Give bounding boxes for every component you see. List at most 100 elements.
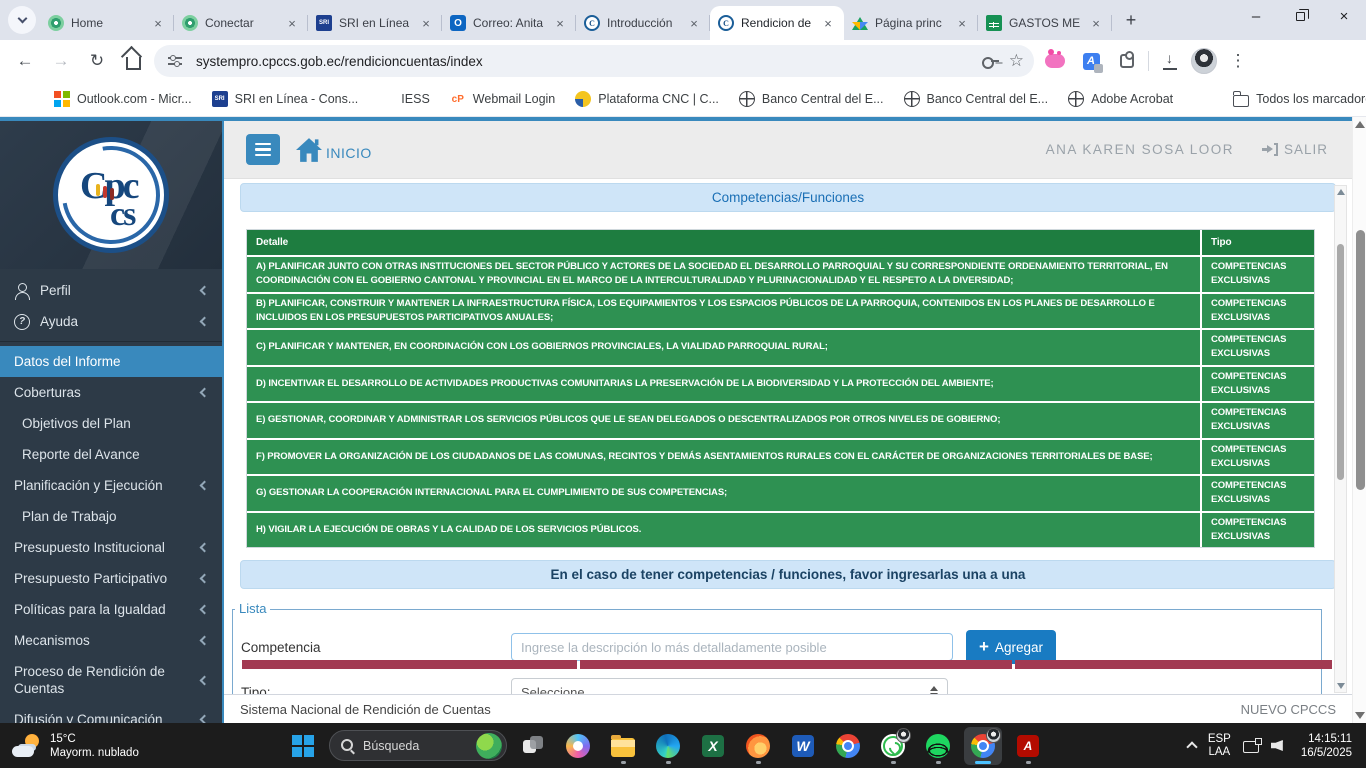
- tab-close-icon[interactable]: ×: [150, 15, 166, 31]
- sidebar-item-difusion[interactable]: Difusión y Comunicación: [0, 704, 222, 723]
- scroll-down-icon[interactable]: [1337, 683, 1345, 689]
- tab-home[interactable]: Home ×: [40, 6, 174, 40]
- profile-avatar[interactable]: [1191, 48, 1217, 74]
- scroll-down-icon[interactable]: [1355, 712, 1365, 719]
- start-button[interactable]: [284, 727, 322, 765]
- sidebar-item-planificacion[interactable]: Planificación y Ejecución: [0, 470, 222, 501]
- hamburger-menu-button[interactable]: [246, 134, 280, 165]
- sidebar-item-presupuesto-participativo[interactable]: Presupuesto Participativo: [0, 563, 222, 594]
- browser-home-button[interactable]: [118, 46, 148, 76]
- chevron-left-icon: [200, 574, 210, 584]
- footer-brand: NUEVO CPCCS: [1241, 702, 1336, 717]
- site-settings-icon[interactable]: [164, 53, 186, 69]
- reload-button[interactable]: ↻: [82, 46, 112, 76]
- weather-widget[interactable]: 15°C Mayorm. nublado: [0, 732, 190, 760]
- window-close-button[interactable]: ×: [1322, 0, 1366, 32]
- logout-button[interactable]: SALIR: [1262, 142, 1328, 157]
- spotify-button[interactable]: [919, 727, 957, 765]
- inner-scrollbar[interactable]: [1334, 185, 1347, 693]
- sri-favicon: SRI: [212, 91, 228, 107]
- excel-icon: X: [702, 735, 724, 757]
- bookmark-outlook[interactable]: Outlook.com - Micr...: [54, 91, 192, 107]
- sidebar-item-mecanismos[interactable]: Mecanismos: [0, 625, 222, 656]
- sidebar-item-presupuesto-institucional[interactable]: Presupuesto Institucional: [0, 532, 222, 563]
- excel-button[interactable]: X: [694, 727, 732, 765]
- taskbar-search[interactable]: Búsqueda: [329, 730, 507, 761]
- tab-close-icon[interactable]: ×: [284, 15, 300, 31]
- browser-menu-button[interactable]: ⋮: [1223, 46, 1253, 76]
- word-button[interactable]: W: [784, 727, 822, 765]
- tab-search-button[interactable]: [8, 6, 36, 34]
- browser-scrollbar[interactable]: [1352, 117, 1366, 723]
- tab-close-icon[interactable]: ×: [820, 15, 836, 31]
- acrobat-button[interactable]: A: [1009, 727, 1047, 765]
- tab-introduccion[interactable]: C Introducción ×: [576, 6, 710, 40]
- downloads-button[interactable]: [1155, 46, 1185, 76]
- user-name: ANA KAREN SOSA LOOR: [1046, 142, 1234, 157]
- forward-button[interactable]: →: [46, 46, 76, 76]
- tab-gastos[interactable]: GASTOS ME ×: [978, 6, 1112, 40]
- chrome-button[interactable]: [829, 727, 867, 765]
- bookmark-star-icon[interactable]: ☆: [1009, 51, 1024, 71]
- address-bar[interactable]: systempro.cpccs.gob.ec/rendicioncuentas/…: [154, 45, 1034, 77]
- scroll-up-icon[interactable]: [1337, 189, 1345, 195]
- task-view-button[interactable]: [514, 727, 552, 765]
- sidebar-item-politicas-igualdad[interactable]: Políticas para la Igualdad: [0, 594, 222, 625]
- bookmark-bce-2[interactable]: Banco Central del E...: [904, 91, 1049, 107]
- sidebar-item-datos-del-informe[interactable]: Datos del Informe: [0, 346, 222, 377]
- bookmark-iess[interactable]: IESS: [378, 91, 430, 107]
- url-text[interactable]: systempro.cpccs.gob.ec/rendicioncuentas/…: [196, 54, 971, 69]
- browser-scrollbar-thumb[interactable]: [1356, 230, 1365, 490]
- copilot-button[interactable]: [559, 727, 597, 765]
- inicio-link[interactable]: INICIO: [294, 137, 372, 163]
- sidebar-item-perfil[interactable]: Perfil: [0, 275, 222, 306]
- sidebar-item-objetivos-del-plan[interactable]: Objetivos del Plan: [0, 408, 222, 439]
- tab-close-icon[interactable]: ×: [954, 15, 970, 31]
- tab-close-icon[interactable]: ×: [552, 15, 568, 31]
- extension-pink-icon[interactable]: [1040, 46, 1070, 76]
- tab-close-icon[interactable]: ×: [1088, 15, 1104, 31]
- sidebar-item-coberturas[interactable]: Coberturas: [0, 377, 222, 408]
- file-explorer-button[interactable]: [604, 727, 642, 765]
- sidebar-item-proceso-rendicion[interactable]: Proceso de Rendición de Cuentas: [0, 656, 222, 704]
- firefox-button[interactable]: [739, 727, 777, 765]
- sidebar-item-plan-de-trabajo[interactable]: Plan de Trabajo: [0, 501, 222, 532]
- agregar-button[interactable]: + Agregar: [966, 630, 1056, 664]
- edge-button[interactable]: [649, 727, 687, 765]
- bookmark-webmail[interactable]: cP Webmail Login: [450, 91, 555, 107]
- bookmark-bce-1[interactable]: Banco Central del E...: [739, 91, 884, 107]
- back-button[interactable]: ←: [10, 46, 40, 76]
- tab-rendicion-active[interactable]: C Rendicion de ×: [710, 6, 844, 40]
- bookmark-sri[interactable]: SRI SRI en Línea - Cons...: [212, 91, 359, 107]
- tab-correo[interactable]: O Correo: Anita ×: [442, 6, 576, 40]
- language-indicator[interactable]: ESP LAA: [1208, 733, 1231, 759]
- new-tab-button[interactable]: +: [1118, 7, 1144, 33]
- tab-conectar[interactable]: Conectar ×: [174, 6, 308, 40]
- sheets-favicon: [986, 15, 1002, 31]
- window-minimize-button[interactable]: –: [1234, 0, 1278, 32]
- bookmark-acrobat[interactable]: Adobe Acrobat: [1068, 91, 1173, 107]
- all-bookmarks-button[interactable]: Todos los marcadores: [1233, 92, 1366, 107]
- chrome-active-button[interactable]: [964, 727, 1002, 765]
- network-icon[interactable]: [1243, 741, 1259, 753]
- translate-icon[interactable]: A: [1076, 46, 1106, 76]
- window-restore-button[interactable]: [1278, 0, 1322, 32]
- volume-icon[interactable]: [1271, 740, 1283, 751]
- bookmark-cnc[interactable]: Plataforma CNC | C...: [575, 91, 719, 107]
- tab-close-icon[interactable]: ×: [418, 15, 434, 31]
- sidebar-item-ayuda[interactable]: Ayuda: [0, 306, 222, 337]
- chrome-icon: [836, 734, 860, 758]
- scroll-up-icon[interactable]: [1355, 121, 1365, 128]
- clock[interactable]: 14:15:11 16/5/2025: [1301, 732, 1352, 760]
- password-key-icon[interactable]: [981, 52, 999, 70]
- sidebar: Cpc cs Perfil Ayuda Datos de: [0, 121, 222, 723]
- tab-pagina-principal[interactable]: Página princ ×: [844, 6, 978, 40]
- sidebar-item-reporte-del-avance[interactable]: Reporte del Avance: [0, 439, 222, 470]
- extensions-puzzle-icon[interactable]: [1112, 46, 1142, 76]
- whatsapp-button[interactable]: [874, 727, 912, 765]
- inner-scrollbar-thumb[interactable]: [1337, 244, 1344, 480]
- tab-close-icon[interactable]: ×: [686, 15, 702, 31]
- tab-sri[interactable]: SRI SRI en Línea ×: [308, 6, 442, 40]
- hidden-icons-chevron[interactable]: [1186, 741, 1197, 752]
- competencia-input[interactable]: [511, 633, 953, 661]
